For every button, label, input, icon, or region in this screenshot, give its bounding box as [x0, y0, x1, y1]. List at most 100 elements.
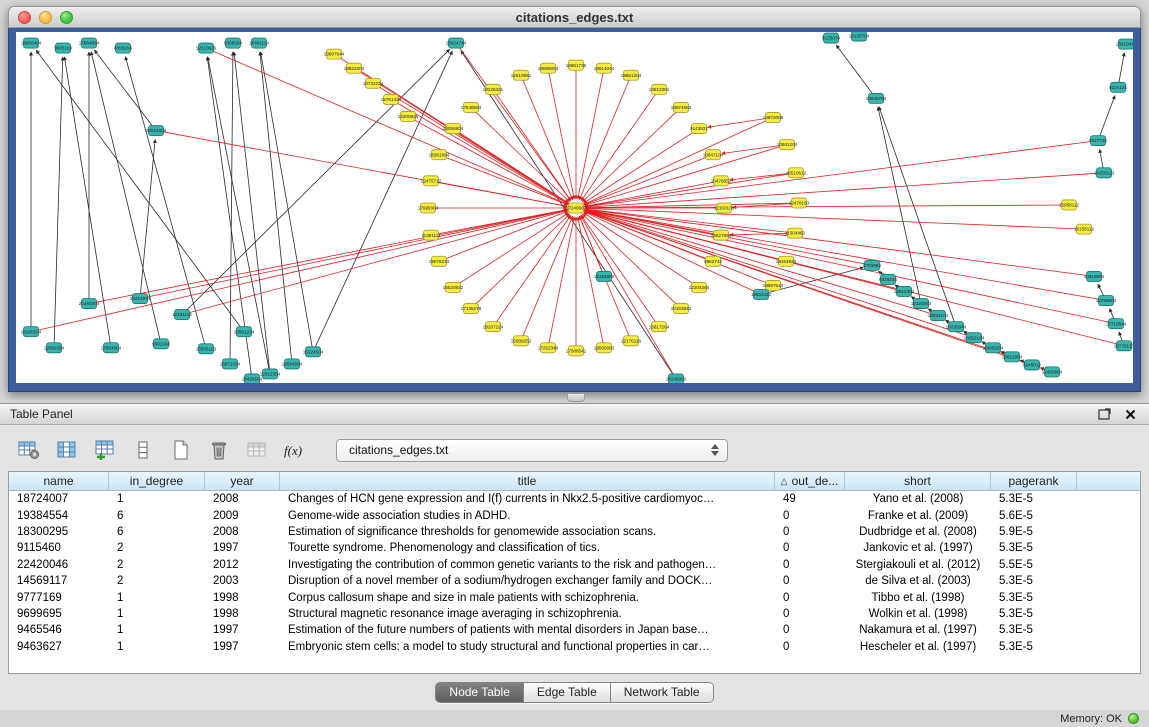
graph-node[interactable]: 19078233	[429, 256, 450, 266]
tab-network-table[interactable]: Network Table	[611, 683, 713, 702]
graph-node[interactable]: 16461114	[249, 38, 269, 48]
graph-node[interactable]: 9605119	[54, 43, 72, 53]
table-row[interactable]: 969969511998Structural magnetic resonanc…	[9, 606, 1140, 622]
graph-node[interactable]: 14872005	[763, 112, 784, 122]
graph-node[interactable]: 11504462	[785, 228, 806, 238]
network-table-selector[interactable]: citations_edges.txt	[336, 439, 728, 462]
column-header-in_degree[interactable]: in_degree	[109, 472, 205, 490]
graph-node[interactable]: 17135278	[461, 304, 482, 314]
graph-node[interactable]: 9227744	[1089, 136, 1107, 146]
column-header-year[interactable]: year	[205, 472, 280, 490]
graph-node[interactable]: 17554504	[101, 343, 122, 353]
table-row[interactable]: 1456911722003Disruption of a novel membe…	[9, 573, 1140, 589]
graph-node[interactable]: 9862742	[704, 256, 722, 266]
graph-node[interactable]: 6791984	[863, 260, 881, 270]
graph-node[interactable]: 10918594	[1084, 271, 1105, 281]
graph-node[interactable]: 17252348	[538, 343, 559, 353]
graph-node[interactable]: 12475712	[421, 176, 442, 186]
graph-node[interactable]: 8559204	[114, 43, 132, 53]
graph-node[interactable]: 15610448	[1116, 39, 1133, 49]
graph-node[interactable]: 12785604	[1096, 296, 1117, 306]
graph-node[interactable]: 16845204	[983, 343, 1004, 353]
zoom-window-button[interactable]	[60, 11, 73, 24]
graph-node[interactable]: 20160204	[79, 299, 100, 309]
graph-node[interactable]: 15824744	[446, 38, 467, 48]
graph-node[interactable]: 12204284	[689, 282, 710, 292]
graph-node[interactable]: 16520822	[443, 282, 464, 292]
graph-node[interactable]: 19861304	[621, 70, 642, 80]
graph-node[interactable]: 17564994	[79, 38, 100, 48]
graph-node[interactable]: 15505123	[196, 344, 217, 354]
graph-node[interactable]: 15056804	[443, 124, 464, 134]
graph-node[interactable]: 16648794	[866, 93, 887, 103]
graph-node[interactable]: 12455664	[1042, 367, 1063, 377]
graph-node[interactable]: 18245092	[666, 374, 687, 383]
window-titlebar[interactable]: citations_edges.txt	[8, 6, 1141, 28]
close-panel-icon[interactable]	[1121, 406, 1139, 422]
new-table-button[interactable]	[168, 437, 194, 463]
graph-node[interactable]: 10722234	[363, 78, 384, 88]
graph-node[interactable]: 14352184	[964, 333, 985, 343]
graph-node[interactable]: 12912354	[260, 369, 281, 379]
graph-node[interactable]: 19565683	[594, 343, 615, 353]
table-row[interactable]: 1872400712008Changes of HCN gene express…	[9, 491, 1140, 507]
graph-node[interactable]: 18597543	[763, 280, 784, 290]
graph-node[interactable]: 12200816	[398, 111, 419, 121]
graph-node[interactable]: 10861204	[777, 140, 798, 150]
graph-node[interactable]: 15958112	[1059, 200, 1080, 210]
graph-node[interactable]: 18207224	[483, 322, 504, 332]
column-header-name[interactable]: name	[9, 472, 109, 490]
column-header-pagerank[interactable]: pagerank	[991, 472, 1077, 490]
create-column-button[interactable]	[92, 437, 118, 463]
row-tools-button[interactable]	[130, 437, 156, 463]
tab-edge-table[interactable]: Edge Table	[524, 683, 611, 702]
graph-node[interactable]: 15817264	[649, 322, 670, 332]
graph-node[interactable]: 10193843	[671, 304, 692, 314]
graph-node[interactable]: 14156123	[1094, 168, 1115, 178]
column-header-out_degree[interactable]: △out_de...	[775, 472, 845, 490]
graph-node[interactable]: 18012354	[1002, 352, 1023, 362]
graph-node[interactable]: 18130704	[849, 32, 870, 41]
graph-node[interactable]: 19154925	[776, 256, 797, 266]
table-row[interactable]: 1830029562008Estimation of significance …	[9, 524, 1140, 540]
column-header-short[interactable]: short	[845, 472, 991, 490]
graph-node[interactable]: 12616112	[751, 289, 772, 299]
graph-node[interactable]: 16510612	[786, 168, 807, 178]
graph-node[interactable]: 15124504	[303, 347, 324, 357]
graph-node[interactable]: 18214874	[130, 293, 151, 303]
graph-node[interactable]: 12176118	[621, 336, 642, 346]
graph-node[interactable]: 16476652	[711, 176, 732, 186]
graph-node[interactable]: 19086053	[538, 63, 559, 73]
graph-node[interactable]: 12191114	[172, 310, 192, 320]
graph-node[interactable]: 18226321	[483, 84, 504, 94]
graph-node[interactable]: 10235944	[946, 322, 967, 332]
graph-node[interactable]: 17240667	[566, 203, 587, 213]
graph-node[interactable]: 16778123	[1114, 341, 1133, 351]
graph-node[interactable]: 18822204	[344, 63, 365, 73]
graph-node[interactable]: 20561234	[234, 327, 255, 337]
graph-node[interactable]: 16158112	[1074, 224, 1095, 234]
panel-splitter-handle[interactable]	[567, 394, 585, 402]
graph-node[interactable]: 12082394	[44, 343, 65, 353]
table-row[interactable]: 977716911998Corpus callosum shape and si…	[9, 589, 1140, 605]
graph-node[interactable]: 18574683	[671, 102, 692, 112]
graph-node[interactable]: 12912304	[894, 286, 915, 296]
table-options-button[interactable]	[16, 437, 42, 463]
graph-node[interactable]: 16961736	[566, 60, 587, 70]
delete-table-button[interactable]	[206, 437, 232, 463]
graph-node[interactable]: 19584504	[282, 359, 303, 369]
graph-node[interactable]: 12160108	[714, 203, 735, 213]
import-table-button[interactable]	[244, 437, 270, 463]
graph-node[interactable]: 12610626	[196, 43, 217, 53]
graph-node[interactable]: 18660494	[21, 38, 42, 48]
table-row[interactable]: 1938455462009Genome-wide association stu…	[9, 507, 1140, 523]
graph-node[interactable]: 9245012	[1023, 360, 1041, 370]
graph-node[interactable]: 12610651	[511, 70, 532, 80]
graph-node[interactable]: 16124564	[911, 299, 932, 309]
graph-node[interactable]: 9224124	[1109, 82, 1127, 92]
graph-node[interactable]: 15827894	[711, 230, 732, 240]
graph-node[interactable]: 12478193	[789, 198, 810, 208]
graph-node[interactable]: 9356554	[224, 38, 242, 48]
minimize-window-button[interactable]	[39, 11, 52, 24]
graph-node[interactable]: 17548563	[461, 102, 482, 112]
